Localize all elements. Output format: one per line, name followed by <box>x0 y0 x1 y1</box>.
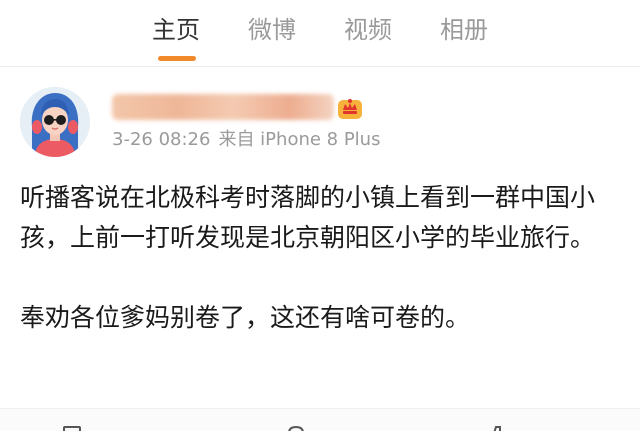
tab-weibo[interactable]: 微博 <box>232 14 312 46</box>
post-action-bar <box>0 408 640 431</box>
tab-video[interactable]: 视频 <box>328 14 408 46</box>
post-paragraph: 听播客说在北极科考时落脚的小镇上看到一群中国小孩，上前一打听发现是北京朝阳区小学… <box>20 183 596 252</box>
post-paragraph: 奉劝各位爹妈别卷了，这还有啥可卷的。 <box>20 303 471 332</box>
active-tab-indicator <box>158 56 196 61</box>
post-body[interactable]: 听播客说在北极科考时落脚的小镇上看到一群中国小孩，上前一打听发现是北京朝阳区小学… <box>20 178 620 338</box>
weibo-profile-page: 主页 微博 视频 相册 3-26 08:26 来自 iPhone 8 Plus … <box>0 0 640 431</box>
post-meta: 3-26 08:26 来自 iPhone 8 Plus <box>112 127 380 153</box>
avatar[interactable] <box>20 87 90 157</box>
username-redacted[interactable] <box>112 94 334 120</box>
tab-home[interactable]: 主页 <box>136 14 216 46</box>
profile-tab-bar: 主页 微博 视频 相册 <box>0 0 640 67</box>
post-source[interactable]: 来自 iPhone 8 Plus <box>218 129 380 150</box>
repost-icon[interactable] <box>62 425 82 431</box>
post-timestamp: 3-26 08:26 <box>112 129 211 150</box>
comment-icon[interactable] <box>286 425 306 431</box>
like-icon[interactable] <box>488 425 508 431</box>
tab-album[interactable]: 相册 <box>424 14 504 46</box>
vip-crown-badge-icon[interactable] <box>337 96 363 120</box>
avatar-illustration <box>20 87 90 157</box>
